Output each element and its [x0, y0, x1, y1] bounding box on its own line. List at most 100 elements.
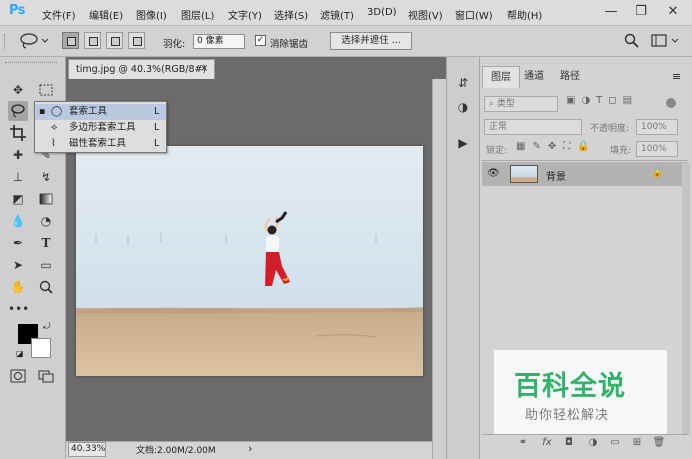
- history-brush-icon[interactable]: ↯: [36, 167, 56, 187]
- rectangle-tool-icon[interactable]: ▭: [36, 255, 56, 275]
- menu-edit[interactable]: 编辑(E): [89, 7, 123, 22]
- search-icon[interactable]: [623, 32, 641, 50]
- lock-icons[interactable]: ▦✎✥⛶🔒: [516, 141, 597, 152]
- default-colors-icon[interactable]: ◪: [16, 349, 24, 358]
- marquee-tool-icon[interactable]: [36, 80, 56, 100]
- menu-type[interactable]: 文字(Y): [228, 7, 262, 22]
- flyout-item-magnetic-lasso[interactable]: ⌇ 磁性套索工具 L: [35, 136, 166, 152]
- crop-tool-icon[interactable]: [8, 123, 28, 143]
- tab-paths[interactable]: 路径: [552, 66, 588, 88]
- select-and-mask-button[interactable]: 选择并遮住 ...: [330, 32, 412, 50]
- adjustment-layer-icon[interactable]: ◑: [586, 437, 600, 448]
- close-button[interactable]: ✕: [658, 2, 688, 22]
- lasso-tools-flyout: ▪ ◯ 套索工具 L ⟡ 多边形套索工具 L ⌇ 磁性套索工具 L: [34, 101, 167, 153]
- workspace-icon: [651, 34, 679, 47]
- layer-lock-icon: 🔒: [651, 167, 664, 178]
- menu-view[interactable]: 视图(V): [408, 7, 443, 22]
- pen-tool-icon[interactable]: ✒: [8, 233, 28, 253]
- zoom-level-input[interactable]: 40.33%: [68, 442, 106, 457]
- tool-preset-picker[interactable]: [16, 31, 50, 51]
- flyout-item-label: 多边形套索工具: [69, 122, 136, 133]
- zoom-tool-icon[interactable]: [36, 277, 56, 297]
- antialias-label: 消除锯齿: [270, 39, 309, 50]
- minimize-button[interactable]: —: [596, 2, 626, 22]
- path-selection-icon[interactable]: ➤: [8, 255, 28, 275]
- menu-filter[interactable]: 滤镜(T): [320, 7, 354, 22]
- antialias-checkbox[interactable]: ✓: [255, 35, 266, 46]
- swap-colors-icon[interactable]: ⤾: [43, 322, 51, 332]
- new-selection-button[interactable]: [62, 32, 79, 49]
- panel-menu-icon[interactable]: ≡: [672, 70, 681, 83]
- clone-stamp-icon[interactable]: ⊥: [8, 167, 28, 187]
- panel-footer-divider: [482, 434, 688, 435]
- menu-help[interactable]: 帮助(H): [507, 7, 542, 22]
- lasso-icon: ◯: [51, 106, 63, 117]
- magnetic-lasso-icon: ⌇: [51, 138, 56, 149]
- menu-layer[interactable]: 图层(L): [181, 7, 214, 22]
- blend-mode-dropdown[interactable]: 正常: [484, 119, 582, 135]
- flyout-item-lasso[interactable]: ▪ ◯ 套索工具 L: [35, 104, 166, 120]
- new-layer-icon[interactable]: ⊞: [630, 437, 644, 448]
- menu-select[interactable]: 选择(S): [274, 7, 308, 22]
- workspace-switcher[interactable]: [650, 32, 684, 50]
- panel-divider: [482, 160, 688, 161]
- flyout-item-label: 套索工具: [69, 106, 108, 117]
- intersect-selection-button[interactable]: [128, 32, 145, 49]
- delete-layer-icon[interactable]: 🗑: [652, 437, 666, 448]
- menu-3d[interactable]: 3D(D): [367, 7, 397, 18]
- blur-tool-icon[interactable]: 💧: [8, 211, 28, 231]
- move-tool-icon[interactable]: ✥: [8, 80, 28, 100]
- watermark-subtitle: 助你轻松解决: [525, 408, 610, 423]
- document-info: 文档:2.00M/2.00M: [136, 446, 216, 456]
- dodge-tool-icon[interactable]: ◔: [36, 211, 56, 231]
- screen-mode-icon[interactable]: [36, 366, 56, 386]
- collapsed-panels-strip: [446, 57, 480, 459]
- adjustments-panel-icon[interactable]: ◑: [453, 97, 473, 117]
- layers-scrollbar[interactable]: [682, 163, 690, 435]
- menu-file[interactable]: 文件(F): [42, 7, 76, 22]
- visibility-eye-icon[interactable]: 👁: [487, 168, 500, 179]
- toolbar-grip[interactable]: [5, 62, 57, 66]
- polygonal-lasso-icon: ⟡: [51, 122, 58, 133]
- type-tool-icon[interactable]: T: [36, 233, 56, 253]
- lock-label: 锁定:: [486, 146, 508, 156]
- lasso-tool-icon[interactable]: [8, 101, 28, 121]
- subtract-selection-button[interactable]: [106, 32, 123, 49]
- eraser-tool-icon[interactable]: ◩: [8, 189, 28, 209]
- feather-input[interactable]: 0 像素: [193, 34, 245, 49]
- quick-mask-icon[interactable]: [8, 366, 28, 386]
- hand-tool-icon[interactable]: ✋: [8, 277, 28, 297]
- close-tab-icon[interactable]: ×: [200, 61, 208, 77]
- filter-toggle-icon[interactable]: [666, 98, 676, 108]
- new-group-icon[interactable]: ▭: [608, 437, 622, 448]
- add-selection-button[interactable]: [84, 32, 101, 49]
- restore-button[interactable]: ❐: [626, 2, 656, 22]
- image-canvas[interactable]: [76, 146, 423, 376]
- document-tab[interactable]: timg.jpg @ 40.3%(RGB/8#): [68, 59, 215, 79]
- flyout-item-polygonal-lasso[interactable]: ⟡ 多边形套索工具 L: [35, 120, 166, 136]
- add-mask-icon[interactable]: ◘: [562, 437, 576, 448]
- vertical-scrollbar[interactable]: [432, 79, 446, 459]
- tab-channels[interactable]: 通道: [516, 66, 552, 88]
- properties-panel-icon[interactable]: ⇵: [453, 73, 473, 93]
- gradient-tool-icon[interactable]: [36, 189, 56, 209]
- fill-input[interactable]: 100%: [636, 141, 678, 157]
- menu-image[interactable]: 图像(I): [136, 7, 167, 22]
- layer-name[interactable]: 背景: [546, 168, 566, 183]
- filter-kind-dropdown[interactable]: ⌕ 类型: [484, 96, 558, 112]
- link-layers-icon[interactable]: ⚭: [516, 437, 530, 448]
- options-grip[interactable]: [4, 34, 7, 50]
- menu-window[interactable]: 窗口(W): [455, 7, 493, 22]
- actions-play-icon[interactable]: ▶: [453, 133, 473, 153]
- flyout-item-shortcut: L: [154, 122, 160, 133]
- more-tools-icon[interactable]: •••: [8, 299, 29, 319]
- healing-brush-icon[interactable]: ✚: [8, 145, 28, 165]
- status-menu-arrow[interactable]: ›: [248, 442, 252, 455]
- tab-layers[interactable]: 图层: [482, 66, 520, 88]
- beach-photo: [76, 146, 423, 376]
- flyout-item-shortcut: L: [154, 106, 160, 117]
- layer-filter-icons[interactable]: ▣◑T◻▤: [566, 95, 638, 106]
- background-color-swatch[interactable]: [31, 338, 51, 358]
- layer-style-icon[interactable]: fx: [540, 437, 554, 448]
- opacity-input[interactable]: 100%: [636, 119, 678, 135]
